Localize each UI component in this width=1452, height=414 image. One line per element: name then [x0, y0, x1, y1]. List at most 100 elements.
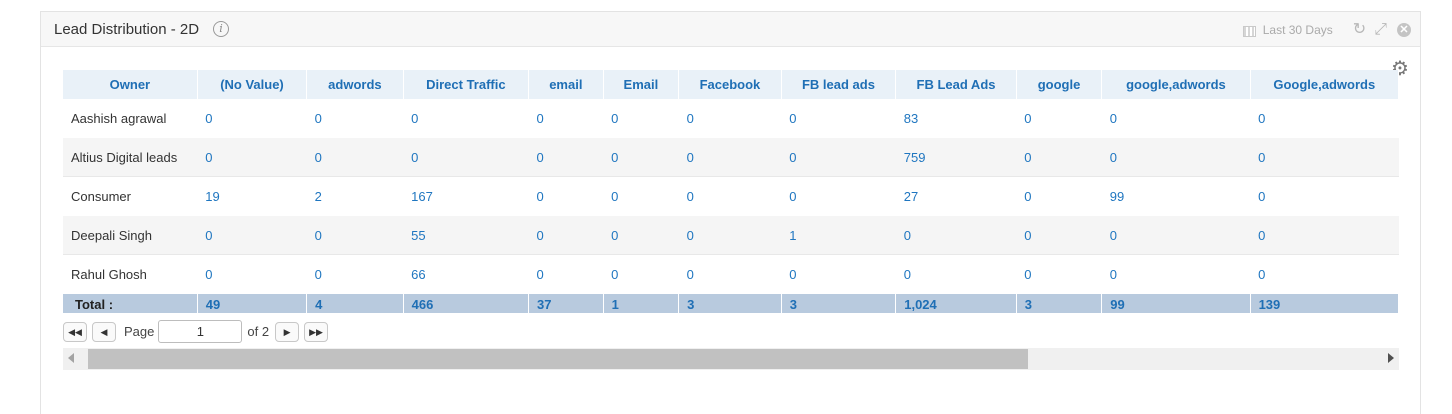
value-cell[interactable]: 1 [781, 216, 896, 255]
value-cell[interactable]: 0 [306, 216, 404, 255]
value-cell[interactable]: 167 [403, 177, 528, 217]
scroll-right-arrow-icon[interactable] [1388, 353, 1394, 363]
value-cell[interactable]: 0 [197, 138, 307, 177]
page-count-label: of 2 [247, 324, 270, 339]
column-header[interactable]: Direct Traffic [403, 70, 530, 99]
value-cell[interactable]: 0 [307, 99, 403, 138]
value-cell[interactable]: 0 [528, 138, 604, 177]
value-cell[interactable]: 55 [403, 216, 529, 255]
scrollbar-thumb[interactable] [88, 349, 1028, 369]
value-cell[interactable]: 83 [896, 99, 1017, 138]
value-cell[interactable]: 0 [1102, 99, 1250, 138]
column-header[interactable]: email [528, 70, 604, 99]
table-row: Deepali Singh 0 0 55 0 0 0 1 0 0 0 0 [63, 216, 1399, 255]
value-cell[interactable]: 0 [603, 138, 679, 177]
column-header[interactable]: google [1016, 70, 1103, 99]
value-cell[interactable]: 0 [529, 255, 604, 295]
value-cell[interactable]: 0 [781, 255, 896, 295]
value-cell[interactable]: 0 [1102, 255, 1250, 295]
page-number-input[interactable] [158, 320, 243, 343]
value-cell[interactable]: 0 [1016, 255, 1102, 295]
column-header[interactable]: Owner [63, 70, 198, 99]
refresh-icon[interactable]: ↻ [1353, 21, 1366, 39]
value-cell[interactable]: 66 [403, 255, 528, 295]
value-cell[interactable]: 0 [403, 138, 529, 177]
owner-cell: Deepali Singh [63, 216, 198, 255]
widget-header: Lead Distribution - 2D i Last 30 Days ↻ … [41, 12, 1420, 47]
value-cell[interactable]: 0 [528, 216, 604, 255]
table-header-row: Owner (No Value) adwords Direct Traffic … [63, 70, 1399, 99]
value-cell[interactable]: 0 [781, 99, 896, 138]
value-cell[interactable]: 2 [307, 177, 403, 217]
value-cell[interactable]: 0 [603, 216, 679, 255]
column-header[interactable]: google,adwords [1101, 70, 1251, 99]
value-cell[interactable]: 0 [1250, 255, 1398, 295]
value-cell[interactable]: 0 [197, 255, 306, 295]
info-icon[interactable]: i [213, 21, 229, 37]
expand-icon[interactable]: ⤢ [1374, 21, 1387, 39]
totals-label: Total : [63, 294, 198, 313]
value-cell[interactable]: 0 [529, 177, 604, 217]
column-header[interactable]: Email [603, 70, 680, 99]
value-cell[interactable]: 0 [781, 177, 896, 217]
column-header[interactable]: Facebook [678, 70, 782, 99]
total-cell: 3 [1016, 294, 1103, 313]
value-cell[interactable]: 19 [197, 177, 306, 217]
widget-header-actions: Last 30 Days ↻ ⤢ ✕ [1242, 21, 1411, 39]
value-cell[interactable]: 0 [678, 138, 782, 177]
date-range-label[interactable]: Last 30 Days [1263, 23, 1333, 37]
column-header[interactable]: FB lead ads [781, 70, 897, 99]
value-cell[interactable]: 0 [403, 99, 528, 138]
value-cell[interactable]: 0 [197, 216, 307, 255]
value-cell[interactable]: 0 [1250, 216, 1399, 255]
horizontal-scrollbar[interactable] [63, 348, 1399, 370]
table-row: Consumer 19 2 167 0 0 0 0 27 0 99 0 [63, 177, 1399, 217]
value-cell[interactable]: 0 [678, 216, 782, 255]
prev-page-button[interactable]: ◀ [92, 321, 116, 342]
close-icon[interactable]: ✕ [1397, 23, 1411, 37]
value-cell[interactable]: 0 [679, 99, 782, 138]
value-cell[interactable]: 0 [1016, 138, 1102, 177]
value-cell[interactable]: 0 [679, 177, 782, 217]
first-page-button[interactable]: ◀◀ [63, 321, 87, 342]
value-cell[interactable]: 27 [896, 177, 1017, 217]
value-cell[interactable]: 0 [197, 99, 306, 138]
value-cell[interactable]: 99 [1102, 177, 1250, 217]
owner-cell: Rahul Ghosh [71, 267, 147, 282]
value-cell[interactable]: 0 [781, 138, 896, 177]
value-cell[interactable]: 0 [679, 255, 782, 295]
value-cell[interactable]: 0 [896, 255, 1017, 295]
value-cell[interactable]: 0 [603, 177, 679, 217]
column-header[interactable]: (No Value) [197, 70, 308, 99]
value-cell[interactable]: 0 [603, 99, 679, 138]
scroll-left-arrow-icon[interactable] [68, 353, 74, 363]
value-cell[interactable]: 0 [1016, 99, 1102, 138]
total-cell: 3 [781, 294, 897, 313]
total-cell: 466 [403, 294, 530, 313]
column-header[interactable]: adwords [306, 70, 404, 99]
table-row: Aashish agrawal 0 0 0 0 0 0 0 83 0 0 0 [63, 99, 1399, 138]
last-page-button[interactable]: ▶▶ [304, 321, 329, 342]
value-cell[interactable]: 0 [306, 138, 404, 177]
column-header[interactable]: FB Lead Ads [895, 70, 1017, 99]
value-cell[interactable]: 0 [1250, 138, 1399, 177]
value-cell[interactable]: 0 [1250, 99, 1398, 138]
value-cell[interactable]: 0 [1016, 177, 1102, 217]
value-cell[interactable]: 0 [1101, 216, 1251, 255]
calendar-icon[interactable] [1242, 24, 1257, 37]
value-cell[interactable]: 0 [1250, 177, 1398, 217]
value-cell[interactable]: 0 [1016, 216, 1102, 255]
owner-cell: Altius Digital leads [63, 138, 198, 177]
value-cell[interactable]: 759 [895, 138, 1017, 177]
value-cell[interactable]: 0 [1101, 138, 1251, 177]
widget-title: Lead Distribution - 2D [54, 21, 200, 38]
value-cell[interactable]: 0 [529, 99, 604, 138]
owner-cell: Consumer [71, 189, 131, 204]
value-cell[interactable]: 0 [603, 255, 679, 295]
next-page-button[interactable]: ▶ [275, 321, 300, 342]
distribution-table: Owner (No Value) adwords Direct Traffic … [63, 70, 1399, 313]
total-cell: 4 [306, 294, 404, 313]
column-header[interactable]: Google,adwords [1250, 70, 1399, 99]
value-cell[interactable]: 0 [895, 216, 1017, 255]
value-cell[interactable]: 0 [307, 255, 403, 295]
